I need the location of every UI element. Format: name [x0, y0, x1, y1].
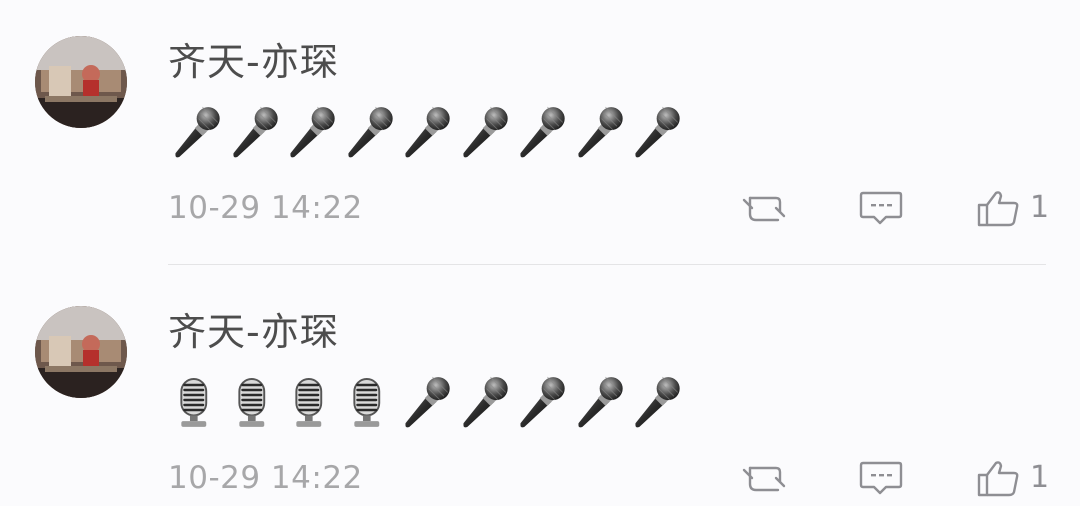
microphone-icon: [232, 106, 278, 158]
microphone-icon: [175, 106, 220, 158]
divider: [168, 264, 1046, 265]
username[interactable]: 齐天-亦琛: [168, 306, 339, 358]
microphone-icon: [347, 106, 393, 158]
avatar-image: [35, 36, 127, 128]
comment-feed: 齐天-亦琛 10-29 14:22 1 齐天-亦琛 10-29 14:22 1: [0, 0, 1080, 506]
reply-icon: [859, 191, 903, 225]
thumbs-up-icon: [977, 191, 1019, 227]
microphone-icon: [635, 376, 680, 428]
comment-item: 齐天-亦琛 10-29 14:22 1: [0, 270, 1080, 506]
comment-text: [166, 102, 684, 162]
microphone-icon: [635, 106, 680, 158]
studio-microphone-icon: [180, 378, 208, 427]
studio-microphone-icon: [295, 378, 323, 427]
repost-icon: [742, 466, 786, 492]
reply-icon: [859, 461, 903, 495]
microphone-icon: [290, 106, 335, 158]
like-count: 1: [1030, 190, 1050, 225]
microphone-icon: [520, 376, 565, 428]
microphone-icon: [577, 106, 623, 158]
username[interactable]: 齐天-亦琛: [168, 36, 339, 88]
microphone-icon: [405, 106, 450, 158]
microphone-icon: [520, 106, 565, 158]
reply-button[interactable]: [858, 456, 904, 500]
repost-icon: [742, 196, 786, 222]
comment-text: [166, 372, 684, 432]
timestamp: 10-29 14:22: [168, 190, 363, 226]
avatar[interactable]: [35, 306, 127, 398]
like-count: 1: [1030, 460, 1050, 495]
like-button[interactable]: 1: [976, 456, 1049, 500]
avatar-image: [35, 306, 127, 398]
repost-button[interactable]: [740, 186, 788, 230]
microphone-icon: [577, 376, 623, 428]
studio-microphone-icon: [352, 378, 380, 427]
timestamp: 10-29 14:22: [168, 460, 363, 496]
microphone-icon: [405, 376, 450, 428]
thumbs-up-icon: [977, 461, 1019, 497]
comment-item: 齐天-亦琛 10-29 14:22 1: [0, 0, 1080, 253]
repost-button[interactable]: [740, 456, 788, 500]
microphone-icon: [462, 106, 508, 158]
avatar[interactable]: [35, 36, 127, 128]
microphone-icon: [462, 376, 508, 428]
like-button[interactable]: 1: [976, 186, 1049, 230]
studio-microphone-icon: [237, 378, 265, 427]
reply-button[interactable]: [858, 186, 904, 230]
